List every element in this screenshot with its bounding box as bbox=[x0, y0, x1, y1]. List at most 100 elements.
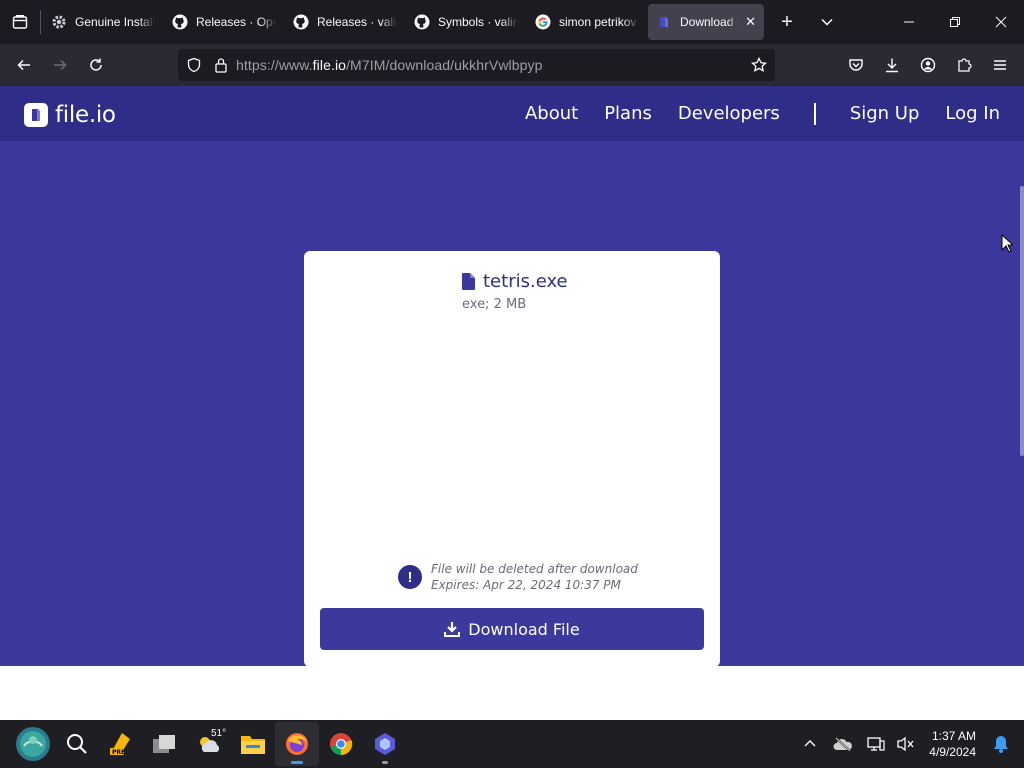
network-icon bbox=[867, 737, 885, 751]
tab-label: Releases · OpenBB bbox=[196, 15, 276, 29]
reload-button[interactable] bbox=[78, 49, 114, 81]
nav-signup-link[interactable]: Sign Up bbox=[850, 103, 920, 124]
browser-nav-bar: https://www.file.io/M7IM/download/ukkhrV… bbox=[0, 44, 1024, 86]
clock-time: 1:37 AM bbox=[931, 729, 976, 743]
search-button[interactable] bbox=[55, 722, 99, 766]
minimize-icon bbox=[904, 21, 914, 23]
minimize-button[interactable] bbox=[886, 0, 932, 44]
github-icon bbox=[172, 14, 188, 30]
nav-developers-link[interactable]: Developers bbox=[678, 103, 780, 124]
downloads-button[interactable] bbox=[874, 49, 910, 81]
bookmark-star-icon[interactable] bbox=[751, 57, 767, 73]
taskbar-file-explorer[interactable] bbox=[231, 722, 275, 766]
arrow-left-icon bbox=[17, 59, 30, 71]
arrow-right-icon bbox=[54, 59, 67, 71]
system-tray: 1:37 AM 4/9/2024 bbox=[795, 720, 1024, 768]
account-button[interactable] bbox=[910, 49, 946, 81]
github-icon bbox=[293, 14, 309, 30]
firefox-view-button[interactable] bbox=[0, 0, 40, 44]
reload-icon bbox=[90, 58, 102, 71]
extensions-button[interactable] bbox=[946, 49, 982, 81]
nav-login-link[interactable]: Log In bbox=[945, 103, 1000, 124]
tab-releases-valinet[interactable]: Releases · valinet bbox=[285, 4, 405, 40]
tab-label: Releases · valinet bbox=[317, 15, 397, 29]
pocket-icon bbox=[849, 59, 863, 71]
start-button[interactable] bbox=[11, 722, 55, 766]
close-icon bbox=[995, 16, 1007, 28]
tab-simon-petrikov[interactable]: simon petrikov bbox=[527, 4, 647, 40]
forward-button[interactable] bbox=[42, 49, 78, 81]
toolbar-right bbox=[838, 49, 1018, 81]
taskbar-app-pre[interactable]: PRE bbox=[99, 722, 143, 766]
notifications-button[interactable] bbox=[986, 724, 1016, 764]
nav-divider bbox=[813, 102, 816, 125]
tab-download-fileio[interactable]: Download | file.io ✕ bbox=[648, 4, 764, 40]
taskbar-chrome[interactable] bbox=[319, 722, 363, 766]
tab-label: Download | file.io bbox=[680, 15, 740, 29]
pocket-button[interactable] bbox=[838, 49, 874, 81]
github-icon bbox=[414, 14, 430, 30]
clock-date: 4/9/2024 bbox=[929, 745, 976, 759]
tab-label: simon petrikov bbox=[559, 15, 637, 29]
taskbar-clock[interactable]: 1:37 AM 4/9/2024 bbox=[929, 728, 976, 760]
search-icon bbox=[67, 734, 87, 754]
tracking-protection-icon[interactable] bbox=[186, 57, 202, 73]
window-controls bbox=[886, 0, 1024, 44]
svg-text:PRE: PRE bbox=[112, 749, 125, 756]
fileio-icon bbox=[656, 14, 672, 30]
browser-tab-strip: Genuine Installation Releases · OpenBB R… bbox=[0, 0, 1024, 44]
active-app-indicator bbox=[291, 761, 303, 764]
folder-icon bbox=[241, 736, 265, 754]
tab-symbols-valinet[interactable]: Symbols · valinet bbox=[406, 4, 526, 40]
list-all-tabs-button[interactable] bbox=[807, 4, 847, 40]
onedrive-tray-button[interactable] bbox=[825, 724, 861, 764]
taskbar-app-purple[interactable] bbox=[363, 722, 407, 766]
url-text[interactable]: https://www.file.io/M7IM/download/ukkhrV… bbox=[236, 57, 543, 73]
menu-button[interactable] bbox=[982, 49, 1018, 81]
download-file-button[interactable]: Download File bbox=[320, 608, 704, 650]
site-nav: About Plans Developers Sign Up Log In bbox=[499, 86, 1000, 141]
url-prefix: https://www. bbox=[236, 57, 313, 73]
gear-icon bbox=[51, 14, 67, 30]
account-icon bbox=[920, 57, 936, 73]
taskbar-task-view[interactable] bbox=[143, 722, 187, 766]
volume-tray-button[interactable] bbox=[891, 724, 921, 764]
cloud-offline-icon bbox=[833, 737, 853, 751]
start-orb-icon bbox=[16, 727, 50, 761]
network-tray-button[interactable] bbox=[861, 724, 891, 764]
nav-plans-link[interactable]: Plans bbox=[604, 103, 652, 124]
file-name: tetris.exe bbox=[483, 271, 568, 292]
notice-text: File will be deleted after download Expi… bbox=[431, 561, 638, 593]
puzzle-icon bbox=[958, 58, 972, 72]
restore-button[interactable] bbox=[932, 0, 978, 44]
tab-label: Genuine Installation bbox=[75, 15, 155, 29]
tab-releases-openbb[interactable]: Releases · OpenBB bbox=[164, 4, 284, 40]
site-logo[interactable]: file.io bbox=[24, 102, 116, 128]
show-hidden-icons-button[interactable] bbox=[795, 724, 825, 764]
purple-app-icon bbox=[375, 733, 395, 755]
plus-icon: + bbox=[781, 10, 793, 33]
running-app-indicator bbox=[382, 761, 388, 764]
taskbar-firefox[interactable] bbox=[275, 722, 319, 766]
download-card: tetris.exe exe; 2 MB ! File will be dele… bbox=[304, 251, 720, 667]
address-bar[interactable]: https://www.file.io/M7IM/download/ukkhrV… bbox=[178, 49, 775, 81]
chrome-icon bbox=[330, 733, 353, 756]
close-tab-icon[interactable]: ✕ bbox=[745, 14, 756, 30]
task-view-icon bbox=[153, 735, 175, 753]
firefox-view-icon bbox=[12, 15, 28, 29]
taskbar-weather[interactable]: 51° bbox=[187, 722, 231, 766]
volume-muted-icon bbox=[897, 736, 914, 752]
close-window-button[interactable] bbox=[978, 0, 1024, 44]
nav-about-link[interactable]: About bbox=[525, 103, 578, 124]
tab-genuine-installation[interactable]: Genuine Installation bbox=[43, 4, 163, 40]
page-scrollbar[interactable] bbox=[1020, 186, 1024, 456]
mouse-cursor-icon bbox=[1001, 233, 1015, 258]
back-button[interactable] bbox=[6, 49, 42, 81]
chevron-down-icon bbox=[821, 18, 833, 26]
exclamation-icon: ! bbox=[398, 565, 422, 589]
deletion-notice: ! File will be deleted after download Ex… bbox=[398, 561, 638, 593]
lock-icon[interactable] bbox=[214, 57, 228, 73]
chevron-up-icon bbox=[804, 740, 816, 747]
new-tab-button[interactable]: + bbox=[767, 4, 807, 40]
fileio-logo-icon bbox=[24, 103, 48, 127]
